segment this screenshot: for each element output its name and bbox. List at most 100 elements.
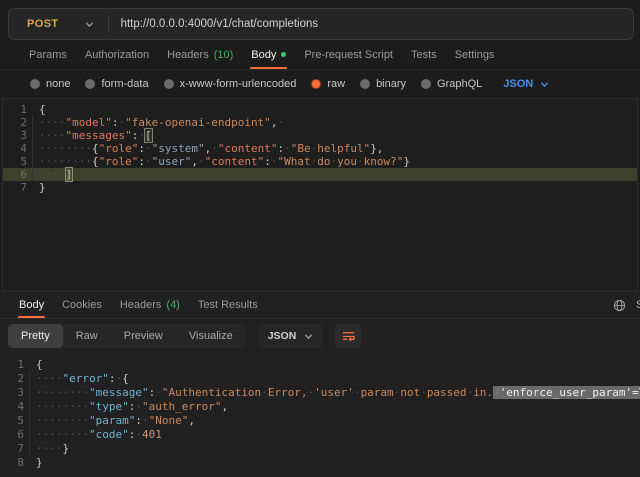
- response-tabs: S BodyCookiesHeaders(4) Test Results: [0, 292, 640, 319]
- code-line: 3········"message":·"Authentication·Erro…: [0, 386, 640, 400]
- code-token: ·: [277, 116, 284, 129]
- body-type-none[interactable]: none: [30, 78, 70, 90]
- radio-label: GraphQL: [437, 78, 482, 90]
- radio-label: raw: [327, 78, 345, 90]
- code-content: {: [36, 358, 640, 372]
- code-token: "system": [152, 142, 205, 155]
- request-tab-headers[interactable]: Headers (10): [158, 40, 242, 69]
- body-type-binary[interactable]: binary: [360, 78, 406, 90]
- response-tab-test-results[interactable]: Test Results: [189, 292, 267, 318]
- code-content: ····"model":·"fake-openai-endpoint",·: [39, 116, 637, 129]
- code-token: ········: [39, 155, 92, 168]
- code-token: :: [264, 155, 271, 168]
- method-selector[interactable]: POST: [9, 9, 108, 39]
- request-tab-settings[interactable]: Settings: [446, 40, 504, 69]
- code-token: ·: [211, 142, 218, 155]
- chevron-down-icon: [540, 80, 549, 89]
- code-token: ·'enforce_user_param'=True: [493, 386, 640, 399]
- response-tab-body[interactable]: Body: [10, 292, 53, 318]
- code-token: "content": [218, 142, 278, 155]
- response-tab-headers[interactable]: Headers(4): [111, 292, 189, 318]
- code-line: 1{: [0, 358, 640, 372]
- response-body-editor[interactable]: 1{2····"error":·{3········"message":·"Au…: [0, 353, 640, 477]
- code-token: ········: [36, 414, 89, 427]
- code-token: ········: [36, 386, 89, 399]
- code-line: 4········{"role":·"system",·"content":·"…: [3, 142, 637, 155]
- line-number: 5: [3, 155, 39, 168]
- code-line: 3····"messages":·[: [3, 129, 637, 142]
- code-token: "role": [99, 142, 139, 155]
- code-token: ········: [36, 428, 89, 441]
- body-type-form-data[interactable]: form-data: [85, 78, 148, 90]
- code-token: {: [92, 142, 99, 155]
- response-tab-cookies[interactable]: Cookies: [53, 292, 111, 318]
- view-preview[interactable]: Preview: [111, 324, 176, 348]
- code-line: 7}: [3, 181, 637, 194]
- code-token: ·: [135, 400, 142, 413]
- line-number: 8: [0, 456, 36, 470]
- request-tab-tests[interactable]: Tests: [402, 40, 446, 69]
- body-type-graphql[interactable]: GraphQL: [421, 78, 482, 90]
- code-token: ·: [138, 129, 145, 142]
- view-visualize[interactable]: Visualize: [176, 324, 246, 348]
- body-type-row: none form-data x-www-form-urlencoded raw bin…: [0, 70, 640, 98]
- code-token: ········: [36, 400, 89, 413]
- code-content: ········"type":·"auth_error",: [36, 400, 640, 414]
- request-tab-authorization[interactable]: Authorization: [76, 40, 158, 69]
- radio-icon: [85, 79, 95, 89]
- request-tab-params[interactable]: Params: [20, 40, 76, 69]
- request-url-bar: POST: [8, 8, 634, 40]
- tab-count-badge: (4): [166, 299, 179, 311]
- code-token: "What·do·you·know?": [277, 155, 403, 168]
- response-language-label: JSON: [268, 330, 297, 342]
- tab-label: Test Results: [198, 299, 258, 311]
- request-body-editor[interactable]: 1{2····"model":·"fake-openai-endpoint",·…: [2, 98, 638, 291]
- code-token: "model": [66, 116, 112, 129]
- line-number: 7: [0, 442, 36, 456]
- code-line: 5········"param":·"None",: [0, 414, 640, 428]
- wrap-text-button[interactable]: [335, 324, 361, 348]
- code-token: {: [122, 372, 129, 385]
- radio-label: none: [46, 78, 70, 90]
- code-token: :: [138, 142, 145, 155]
- line-number: 6: [0, 428, 36, 442]
- code-token: {: [36, 358, 43, 371]
- code-token: "None": [149, 414, 189, 427]
- view-raw[interactable]: Raw: [63, 324, 111, 348]
- body-type-raw[interactable]: raw: [311, 78, 345, 90]
- code-token: "Be·helpful": [291, 142, 370, 155]
- globe-icon[interactable]: [613, 299, 626, 312]
- code-token: ····: [39, 129, 66, 142]
- line-number: 1: [3, 103, 39, 116]
- code-token: :: [135, 414, 142, 427]
- request-language-dropdown[interactable]: JSON: [503, 78, 549, 90]
- tab-label: Params: [29, 49, 67, 61]
- url-input[interactable]: [109, 18, 633, 30]
- view-pretty[interactable]: Pretty: [8, 324, 63, 348]
- unsaved-dot-icon: [281, 52, 286, 57]
- code-content: }: [36, 456, 640, 470]
- code-token: "user": [152, 155, 192, 168]
- code-token: ,: [221, 400, 228, 413]
- code-token: "content": [205, 155, 265, 168]
- request-tab-body[interactable]: Body: [242, 40, 295, 69]
- tab-label: Authorization: [85, 49, 149, 61]
- response-section: S BodyCookiesHeaders(4) Test Results Pret…: [0, 291, 640, 477]
- radio-label: form-data: [101, 78, 148, 90]
- status-text-clipped: S: [636, 299, 640, 311]
- tab-count-badge: (10): [214, 49, 234, 61]
- code-token: ·: [145, 155, 152, 168]
- code-token: "error": [63, 372, 109, 385]
- response-language-dropdown[interactable]: JSON: [258, 324, 324, 348]
- code-token: ,: [188, 414, 195, 427]
- code-token: ·: [135, 428, 142, 441]
- request-tab-pre-request-script[interactable]: Pre-request Script: [295, 40, 402, 69]
- code-line: 7····}: [0, 442, 640, 456]
- code-line: 8}: [0, 456, 640, 470]
- code-token: ····: [36, 372, 63, 385]
- tab-label: Headers: [167, 49, 209, 61]
- line-number: 1: [0, 358, 36, 372]
- code-content: ····]: [39, 168, 637, 181]
- body-type-x-www-form-urlencoded[interactable]: x-www-form-urlencoded: [164, 78, 297, 90]
- tab-label: Body: [251, 49, 276, 61]
